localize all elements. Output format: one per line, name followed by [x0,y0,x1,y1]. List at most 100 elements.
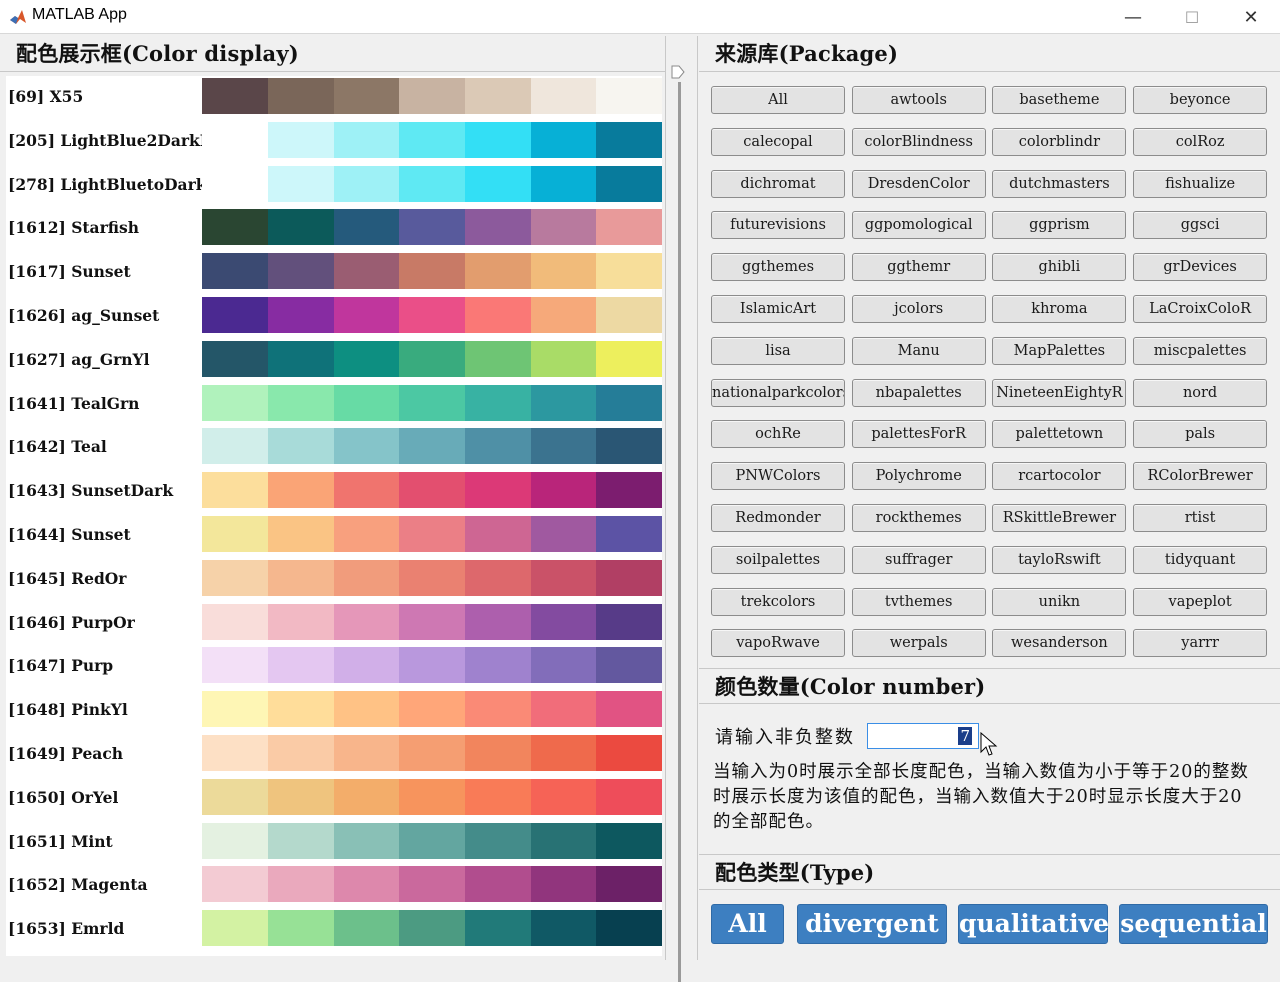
palette-row[interactable]: [1648] PinkYl [6,691,662,728]
package-button-awtools[interactable]: awtools [851,86,986,114]
package-button-colroz[interactable]: colRoz [1133,127,1268,156]
panel-splitter[interactable] [666,36,698,982]
package-button-trekcolors[interactable]: trekcolors [711,587,845,616]
package-button-lacroixcolor[interactable]: LaCroixColoR [1133,295,1268,323]
package-button-ochre[interactable]: ochRe [711,420,845,449]
palette-label: [69] X55 [8,87,84,106]
package-button-ghibli[interactable]: ghibli [992,253,1127,282]
package-button-ggthemr[interactable]: ggthemr [851,253,986,282]
package-button-werpals[interactable]: werpals [851,629,986,658]
color-display-title: 配色展示框(Color display) [0,36,665,72]
color-swatch [596,866,662,903]
package-button-rcolorbrewer[interactable]: RColorBrewer [1133,462,1268,491]
palette-row[interactable]: [1642] Teal [6,428,662,465]
collapse-arrow-icon[interactable] [670,64,686,80]
package-button-pals[interactable]: pals [1133,420,1268,449]
package-button-vapeplot[interactable]: vapeplot [1133,587,1268,616]
color-swatch [202,822,268,859]
package-button-manu[interactable]: Manu [851,336,986,365]
package-button-yarrr[interactable]: yarrr [1133,629,1268,658]
package-button-colorblindness[interactable]: colorBlindness [851,127,986,156]
package-button-fishualize[interactable]: fishualize [1133,169,1268,198]
package-button-ggsci[interactable]: ggsci [1133,211,1268,240]
color-swatch [596,778,662,815]
package-button-dutchmasters[interactable]: dutchmasters [992,169,1127,198]
package-button-rcartocolor[interactable]: rcartocolor [992,462,1127,491]
package-button-vaporwave[interactable]: vapoRwave [711,629,845,658]
color-number-input[interactable]: 7 [867,723,979,749]
palette-row[interactable]: [278] LightBluetoDarkBlue_7 [6,165,662,202]
package-button-ggprism[interactable]: ggprism [992,211,1127,240]
palette-row[interactable]: [1651] Mint [6,822,662,859]
package-button-palettetown[interactable]: palettetown [992,420,1127,449]
palette-row[interactable]: [1641] TealGrn [6,384,662,421]
palette-row[interactable]: [1617] Sunset [6,253,662,290]
palette-row[interactable]: [1643] SunsetDark [6,472,662,509]
package-button-mappalettes[interactable]: MapPalettes [992,336,1127,365]
package-button-polychrome[interactable]: Polychrome [851,462,986,491]
package-button-khroma[interactable]: khroma [992,295,1127,323]
type-button-qualitative[interactable]: qualitative [958,904,1109,944]
palette-row[interactable]: [1645] RedOr [6,559,662,596]
package-button-nineteeneightyr[interactable]: NineteenEightyR [992,378,1127,407]
palette-label: [1648] PinkYl [8,700,128,720]
type-button-divergent[interactable]: divergent [797,904,947,944]
color-swatch [464,297,531,333]
palette-row[interactable]: [1650] OrYel [6,778,662,815]
palette-swatches [202,910,662,947]
package-button-jcolors[interactable]: jcolors [851,295,986,323]
package-button-ggpomological[interactable]: ggpomological [851,211,986,240]
palette-row[interactable]: [205] LightBlue2DarkBlue7Steps [6,121,662,158]
package-button-all[interactable]: All [711,86,845,114]
package-button-soilpalettes[interactable]: soilpalettes [711,545,845,574]
package-button-nord[interactable]: nord [1133,378,1268,407]
color-swatch [267,559,334,596]
color-swatch [596,253,662,290]
package-button-tvthemes[interactable]: tvthemes [851,587,986,616]
package-button-dresdencolor[interactable]: DresdenColor [851,169,986,198]
package-button-basetheme[interactable]: basetheme [992,86,1127,114]
palette-row[interactable]: [69] X55 [6,78,662,114]
color-swatch [596,78,662,114]
package-button-rskittlebrewer[interactable]: RSkittleBrewer [992,504,1127,532]
package-button-beyonce[interactable]: beyonce [1133,86,1268,114]
package-button-rtist[interactable]: rtist [1133,504,1268,532]
color-swatch [596,822,662,859]
package-button-calecopal[interactable]: calecopal [711,127,845,156]
package-button-wesanderson[interactable]: wesanderson [992,629,1127,658]
palette-row[interactable]: [1644] Sunset [6,516,662,552]
palette-row[interactable]: [1627] ag_GrnYl [6,340,662,377]
palette-row[interactable]: [1653] Emrld [6,910,662,947]
minimize-button[interactable]: — [1104,0,1162,34]
package-button-ggthemes[interactable]: ggthemes [711,253,845,282]
palette-canvas[interactable]: [69] X55 [205] LightBlue2DarkBlue7Steps [2… [6,76,662,956]
palette-row[interactable]: [1647] Purp [6,647,662,684]
palette-swatches [202,297,662,333]
package-button-suffrager[interactable]: suffrager [851,545,986,574]
package-button-dichromat[interactable]: dichromat [711,169,845,198]
palette-row[interactable]: [1646] PurpOr [6,603,662,640]
maximize-button[interactable]: ☐ [1163,0,1221,34]
package-button-islamicart[interactable]: IslamicArt [711,295,845,323]
package-button-rockthemes[interactable]: rockthemes [851,504,986,532]
package-button-colorblindr[interactable]: colorblindr [992,127,1127,156]
package-button-unikn[interactable]: unikn [992,587,1127,616]
package-button-grdevices[interactable]: grDevices [1133,253,1268,282]
palette-row[interactable]: [1626] ag_Sunset [6,297,662,333]
package-button-pnwcolors[interactable]: PNWColors [711,462,845,491]
package-button-taylorswift[interactable]: tayloRswift [992,545,1127,574]
package-button-tidyquant[interactable]: tidyquant [1133,545,1268,574]
package-button-palettesforr[interactable]: palettesForR [851,420,986,449]
type-button-sequential[interactable]: sequential [1119,904,1268,944]
package-button-miscpalettes[interactable]: miscpalettes [1133,336,1268,365]
package-button-futurevisions[interactable]: futurevisions [711,211,845,240]
package-button-nbapalettes[interactable]: nbapalettes [851,378,986,407]
package-button-lisa[interactable]: lisa [711,336,845,365]
palette-row[interactable]: [1652] Magenta [6,866,662,903]
package-button-redmonder[interactable]: Redmonder [711,504,845,532]
type-button-all[interactable]: All [711,904,784,944]
package-button-nationalparkcolors[interactable]: nationalparkcolors [711,378,845,407]
palette-row[interactable]: [1649] Peach [6,735,662,771]
close-button[interactable]: ✕ [1222,0,1280,34]
palette-row[interactable]: [1612] Starfish [6,209,662,246]
